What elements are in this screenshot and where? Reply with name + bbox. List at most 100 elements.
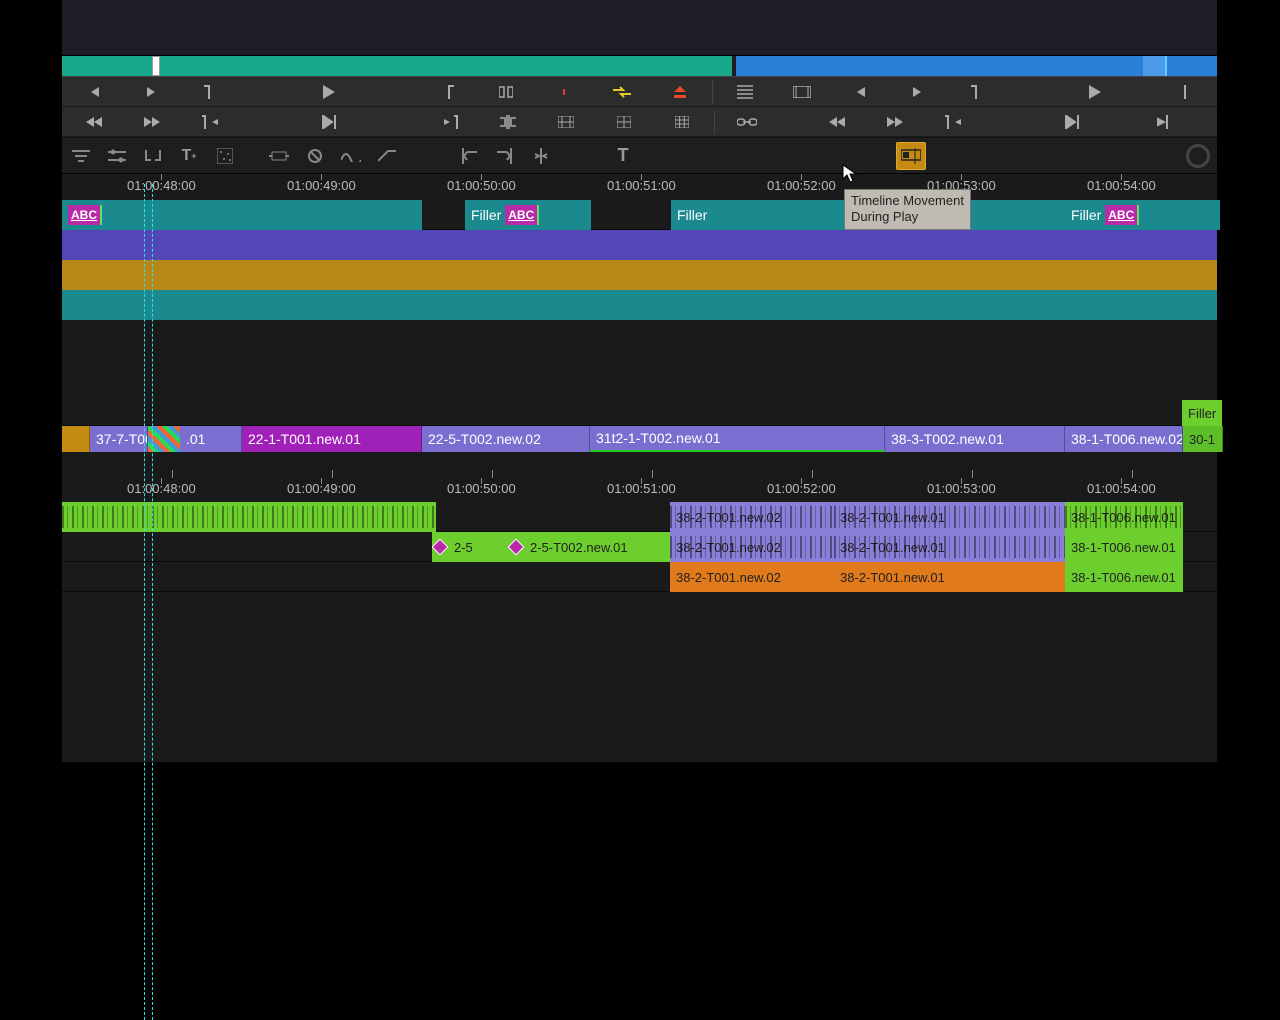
audio-track-1[interactable]: 38-2-T001.new.02 38-2-T001.new.01 38-1-T…	[62, 502, 1217, 532]
ffwd-button[interactable]	[124, 110, 180, 134]
video-clip[interactable]: 22-5-T002.new.02	[422, 426, 590, 452]
video-track-1[interactable]: 37-7-T00 .01 22-1-T001.new.01 22-5-T002.…	[62, 426, 1217, 478]
caption-clip[interactable]: Filler	[671, 200, 851, 230]
mark-b-button[interactable]	[1157, 80, 1213, 104]
navigator-bar[interactable]	[62, 56, 1217, 76]
audio-clip[interactable]	[62, 502, 436, 532]
swap-yellow-button[interactable]	[594, 80, 650, 104]
rew-button[interactable]	[66, 110, 122, 134]
grain-icon[interactable]	[210, 142, 240, 170]
audio-clip[interactable]: 2-5	[432, 532, 508, 562]
audio-clip[interactable]: 38-1-T006.new.01	[1065, 562, 1183, 592]
navigator-source[interactable]	[62, 56, 732, 76]
overlay-clip[interactable]	[62, 230, 1217, 260]
abc-badge-icon: ABC	[505, 205, 539, 225]
rew-b-button[interactable]	[809, 110, 865, 134]
transition-icon[interactable]	[148, 426, 180, 452]
video-clip[interactable]: .01	[180, 426, 242, 452]
audio-clip[interactable]: 2-5-T002.new.01	[508, 532, 670, 562]
caption-clip[interactable]: Filler ABC	[465, 200, 591, 230]
eject-red-button[interactable]	[652, 80, 708, 104]
snap-icon[interactable]	[138, 142, 168, 170]
video-clip[interactable]: 37-7-T00	[90, 426, 148, 452]
video-clip[interactable]: 38-1-T006.new.02	[1065, 426, 1183, 452]
video-clip[interactable]: 31t2-1-T002.new.01	[590, 426, 885, 452]
link-button[interactable]	[719, 110, 775, 134]
frame-view-button[interactable]	[775, 80, 831, 104]
step-fwd-b-button[interactable]	[890, 80, 946, 104]
split-button[interactable]	[479, 80, 535, 104]
ramp-icon[interactable]	[372, 142, 402, 170]
filter-icon[interactable]	[66, 142, 96, 170]
clip-view-button[interactable]	[538, 110, 594, 134]
center-split-button[interactable]	[480, 110, 536, 134]
align-right-icon[interactable]	[490, 142, 520, 170]
timeline-ruler-top[interactable]: 01:00:48:00 01:00:49:00 01:00:50:00 01:0…	[62, 174, 1217, 200]
align-center-icon[interactable]	[526, 142, 556, 170]
step-fwd-button[interactable]	[124, 80, 180, 104]
video-track-2[interactable]: Filler	[62, 400, 1217, 426]
overlay-track-3[interactable]	[62, 290, 1217, 320]
audio-clip[interactable]: 38-2-T001.new.01	[834, 502, 1065, 532]
trim-icon[interactable]	[264, 142, 294, 170]
settings-sliders-icon[interactable]	[102, 142, 132, 170]
timeline-movement-toggle[interactable]	[896, 142, 926, 170]
grid4-button[interactable]	[596, 110, 652, 134]
ruler-tick: 01:00:53:00	[927, 481, 996, 496]
play-inout-button[interactable]	[302, 110, 358, 134]
mark-out-button[interactable]	[182, 80, 238, 104]
ruler-tick: 01:00:54:00	[1087, 481, 1156, 496]
clip-label: 2-5-T002.new.01	[514, 540, 628, 555]
disable-icon[interactable]	[300, 142, 330, 170]
video-clip[interactable]	[62, 426, 90, 452]
mark-out-b-button[interactable]	[948, 80, 1004, 104]
caption-track[interactable]: ABC Filler ABC Filler ABC Filler ABC	[62, 200, 1217, 230]
video-clip[interactable]: 22-1-T001.new.01	[242, 426, 422, 452]
step-back-button[interactable]	[66, 80, 122, 104]
align-left-icon[interactable]	[454, 142, 484, 170]
audio-track-2[interactable]: 2-5 2-5-T002.new.01 38-2-T001.new.02 38-…	[62, 532, 1217, 562]
overlay-clip[interactable]	[62, 260, 1217, 290]
overlay-clip[interactable]	[62, 290, 1217, 320]
timeline-ruler-mid[interactable]: 01:00:48:00 01:00:49:00 01:00:50:00 01:0…	[62, 478, 1217, 502]
navigator-in-marker[interactable]	[152, 56, 160, 76]
separator	[712, 80, 713, 104]
grid9-button[interactable]	[654, 110, 710, 134]
navigator-zoom-region[interactable]	[1143, 56, 1165, 76]
ffwd-b-button[interactable]	[867, 110, 923, 134]
clip-label: 38-3-T002.new.01	[891, 431, 1004, 447]
video-clip[interactable]: 38-3-T002.new.01	[885, 426, 1065, 452]
play-to-out-b-button[interactable]	[1045, 110, 1101, 134]
goto-mark-b-button[interactable]	[1135, 110, 1191, 134]
audio-track-3[interactable]: 38-2-T001.new.02 38-2-T001.new.01 38-1-T…	[62, 562, 1217, 592]
clip-label: 38-2-T001.new.02	[676, 510, 781, 525]
caption-clip[interactable]: Filler ABC	[1065, 200, 1220, 230]
text-tool-icon[interactable]: T+	[174, 142, 204, 170]
out-to-in-button[interactable]	[182, 110, 238, 134]
audio-clip[interactable]: 38-2-T001.new.01	[834, 532, 1065, 562]
video-clip[interactable]: Filler	[1182, 400, 1222, 426]
list-view-button[interactable]	[717, 80, 773, 104]
play-button[interactable]	[301, 80, 357, 104]
audio-clip[interactable]: 38-2-T001.new.01	[834, 562, 1065, 592]
record-marker-button[interactable]	[536, 80, 592, 104]
ruler-tick: 01:00:48:00	[127, 481, 196, 496]
audio-clip[interactable]: 38-2-T001.new.02	[670, 532, 834, 562]
audio-clip[interactable]: 38-1-T006.new.01	[1065, 532, 1183, 562]
play-b-button[interactable]	[1068, 80, 1124, 104]
overlay-track-2[interactable]	[62, 260, 1217, 290]
out-to-in-b-button[interactable]	[925, 110, 981, 134]
step-back-b-button[interactable]	[832, 80, 888, 104]
navigator-record[interactable]	[736, 56, 1217, 76]
audio-clip[interactable]: 38-1-T006.new.01	[1065, 502, 1183, 532]
caption-clip[interactable]: ABC	[62, 200, 422, 230]
goto-in-button[interactable]	[422, 110, 478, 134]
title-tool-icon[interactable]: T	[608, 142, 638, 170]
mark-in-button[interactable]	[421, 80, 477, 104]
audio-clip[interactable]: 38-2-T001.new.02	[670, 562, 834, 592]
video-clip[interactable]: 30-1	[1183, 426, 1223, 452]
wave-icon[interactable]	[336, 142, 366, 170]
overlay-track-1[interactable]	[62, 230, 1217, 260]
audio-clip[interactable]: 38-2-T001.new.02	[670, 502, 834, 532]
record-circle-icon[interactable]	[1183, 142, 1213, 170]
